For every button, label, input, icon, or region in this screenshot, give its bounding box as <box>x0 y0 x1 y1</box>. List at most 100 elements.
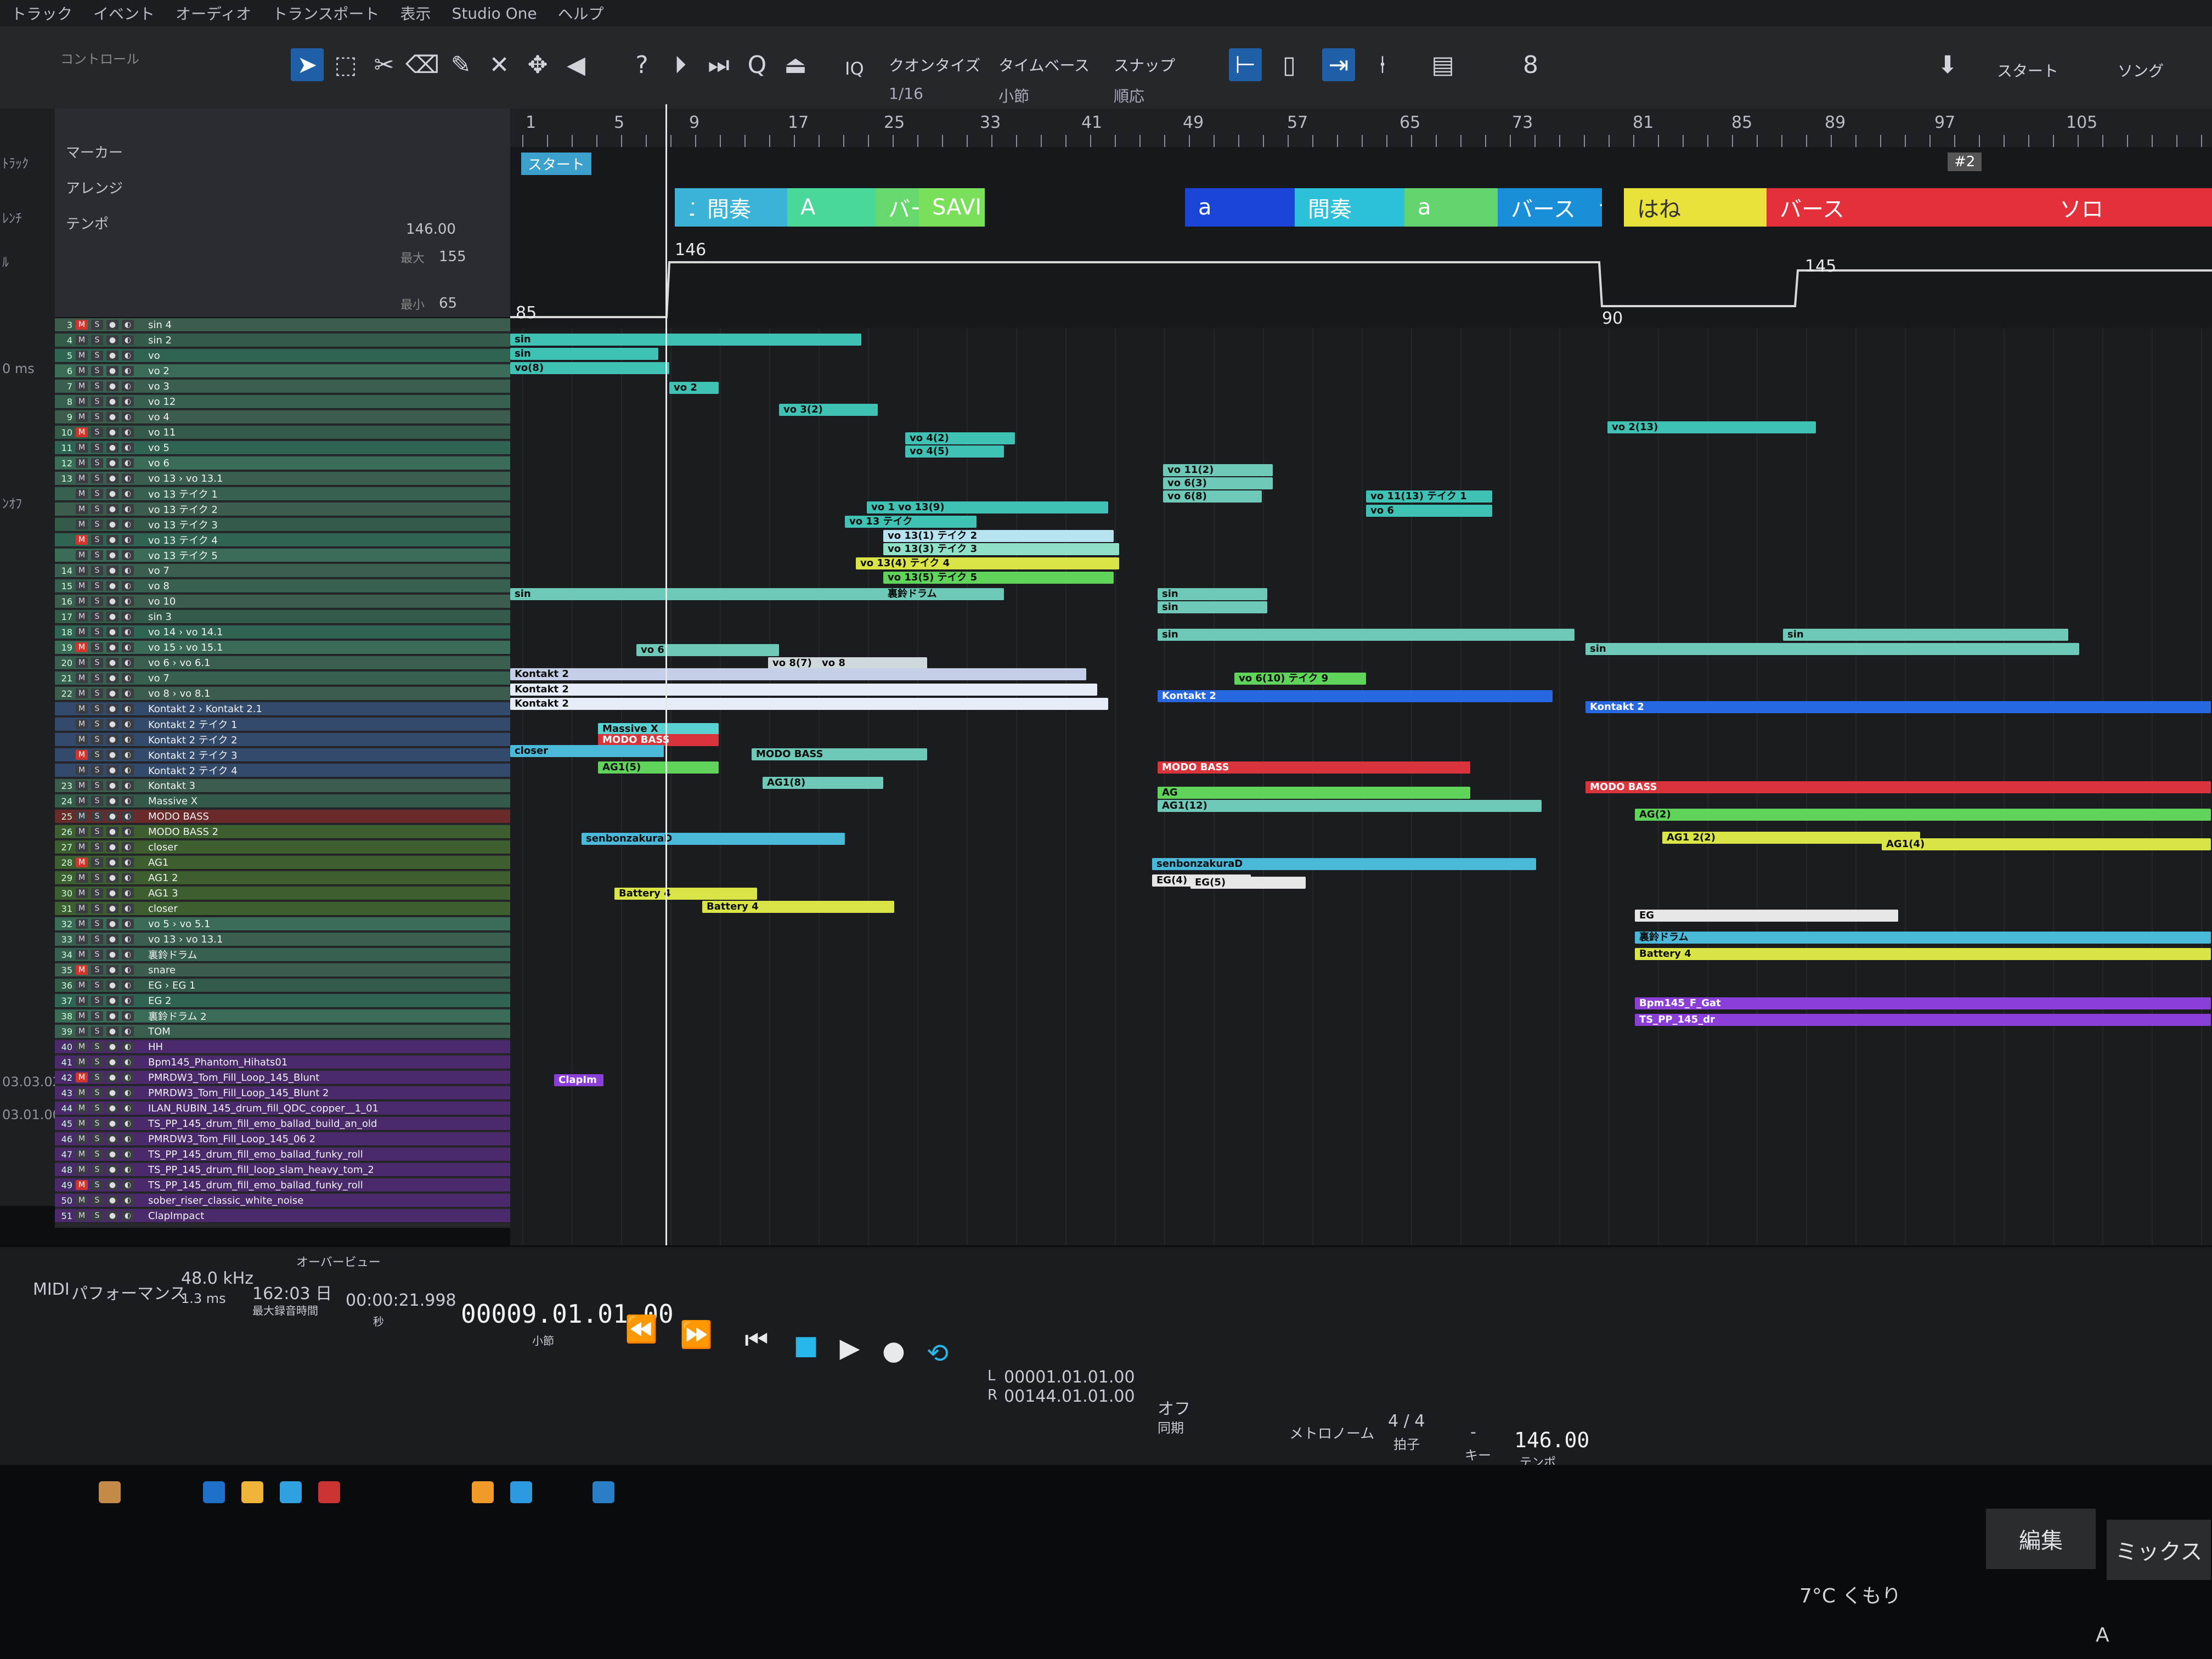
track-header[interactable]: 43 M S ● ◐ PMRDW3_Tom_Fill_Loop_145_Blunt 2 <box>55 1086 510 1100</box>
track-name[interactable]: AG1 <box>148 857 168 868</box>
mute-button[interactable]: M <box>76 596 88 606</box>
monitor-icon[interactable]: ◐ <box>122 842 134 852</box>
record-arm-icon[interactable]: ● <box>106 1042 119 1052</box>
solo-button[interactable]: S <box>91 566 103 575</box>
solo-button[interactable]: S <box>91 689 103 698</box>
solo-button[interactable]: S <box>91 1057 103 1067</box>
track-name[interactable]: Massive X <box>148 795 198 807</box>
mute-button[interactable]: M <box>76 1026 88 1036</box>
timestretch-icon[interactable]: ⍿ <box>1366 48 1399 81</box>
arranger-section[interactable]: A <box>787 188 875 227</box>
monitor-icon[interactable]: ◐ <box>122 704 134 714</box>
track-header[interactable]: 51 M S ● ◐ ClapImpact <box>55 1209 510 1223</box>
mute-button[interactable]: M <box>76 351 88 360</box>
mute-button[interactable]: M <box>76 458 88 468</box>
mute-button[interactable]: M <box>76 1073 88 1082</box>
arranger-section[interactable]: 間奏 <box>694 188 787 227</box>
solo-button[interactable]: S <box>91 1073 103 1082</box>
track-name[interactable]: vo <box>148 350 160 362</box>
track-header[interactable]: M S ● ◐ Kontakt 2 テイク 2 <box>55 733 510 747</box>
mute-button[interactable]: M <box>76 320 88 330</box>
track-header[interactable]: 46 M S ● ◐ PMRDW3_Tom_Fill_Loop_145_06 2 <box>55 1132 510 1146</box>
media-icon[interactable] <box>318 1481 340 1503</box>
track-header[interactable]: M S ● ◐ vo 13 テイク 4 <box>55 533 510 547</box>
marker-2[interactable]: #2 <box>1948 153 1982 171</box>
monitor-icon[interactable]: ◐ <box>122 1073 134 1082</box>
event-clip[interactable]: EG(5) <box>1190 877 1306 889</box>
record-arm-icon[interactable]: ● <box>106 443 119 453</box>
cursor-follow-icon[interactable]: ⇥ <box>1322 48 1355 81</box>
mute-button[interactable]: M <box>76 934 88 944</box>
timesig-value[interactable]: 4 / 4 <box>1388 1412 1425 1431</box>
stop-button[interactable]: ■ <box>790 1329 822 1361</box>
tempo-max-value[interactable]: 155 <box>439 249 466 265</box>
monitor-icon[interactable]: ◐ <box>122 550 134 560</box>
record-arm-icon[interactable]: ● <box>106 381 119 391</box>
record-arm-icon[interactable]: ● <box>106 735 119 744</box>
track-header[interactable]: 31 M S ● ◐ closer <box>55 902 510 916</box>
mute-button[interactable]: M <box>76 719 88 729</box>
range-tool-icon[interactable]: ⬚ <box>329 48 362 81</box>
track-name[interactable]: closer <box>148 842 178 853</box>
mute-button[interactable]: M <box>76 965 88 975</box>
tempo-display[interactable]: 146.00 <box>1514 1428 1589 1452</box>
track-name[interactable]: TS_PP_145_drum_fill_emo_ballad_funky_rol… <box>148 1180 363 1191</box>
track-header[interactable]: M S ● ◐ Kontakt 2 テイク 1 <box>55 718 510 731</box>
help-icon[interactable]: ? <box>625 48 658 81</box>
event-clip[interactable]: senbonzakuraD <box>582 833 845 845</box>
monitor-icon[interactable]: ◐ <box>122 980 134 990</box>
monitor-icon[interactable]: ◐ <box>122 888 134 898</box>
mute-button[interactable]: M <box>76 1119 88 1128</box>
track-name[interactable]: TS_PP_145_drum_fill_loop_slam_heavy_tom_… <box>148 1164 374 1176</box>
solo-button[interactable]: S <box>91 1088 103 1098</box>
event-clip[interactable]: closer <box>510 745 664 757</box>
inspector-item[interactable]: 03.01.00 <box>2 1107 61 1122</box>
monitor-icon[interactable]: ◐ <box>122 1088 134 1098</box>
mute-button[interactable]: M <box>76 489 88 499</box>
monitor-icon[interactable]: ◐ <box>122 873 134 883</box>
record-arm-icon[interactable]: ● <box>106 689 119 698</box>
track-name[interactable]: Kontakt 2 › Kontakt 2.1 <box>148 703 262 715</box>
record-arm-icon[interactable]: ● <box>106 627 119 637</box>
tempo-point[interactable]: 145 <box>1805 257 1836 276</box>
solo-button[interactable]: S <box>91 811 103 821</box>
track-header[interactable]: 49 M S ● ◐ TS_PP_145_drum_fill_emo_ballad_fun… <box>55 1178 510 1192</box>
mute-button[interactable]: M <box>76 796 88 806</box>
solo-button[interactable]: S <box>91 1119 103 1128</box>
track-header[interactable]: 6 M S ● ◐ vo 2 <box>55 364 510 378</box>
track-header[interactable]: 26 M S ● ◐ MODO BASS 2 <box>55 825 510 839</box>
app-icon[interactable] <box>99 1481 121 1503</box>
monitor-icon[interactable]: ◐ <box>122 458 134 468</box>
track-header[interactable]: 50 M S ● ◐ sober_riser_classic_white_noise <box>55 1194 510 1207</box>
playhead-cursor[interactable] <box>665 104 667 1278</box>
record-arm-icon[interactable]: ● <box>106 427 119 437</box>
mute-button[interactable]: M <box>76 1103 88 1113</box>
app-icon[interactable] <box>472 1481 494 1503</box>
monitor-icon[interactable]: ◐ <box>122 934 134 944</box>
mute-button[interactable]: M <box>76 335 88 345</box>
pencil-tool-icon[interactable]: ✎ <box>444 48 477 81</box>
track-header[interactable]: 39 M S ● ◐ TOM <box>55 1025 510 1039</box>
solo-button[interactable]: S <box>91 719 103 729</box>
monitor-icon[interactable]: ◐ <box>122 904 134 913</box>
snap-to-cursor-icon[interactable]: ⏭ <box>702 48 735 81</box>
sync-value[interactable]: オフ <box>1158 1395 1190 1419</box>
track-name[interactable]: vo 8 <box>148 580 170 592</box>
track-header[interactable]: 20 M S ● ◐ vo 6 › vo 6.1 <box>55 656 510 670</box>
monitor-icon[interactable]: ◐ <box>122 1149 134 1159</box>
track-header[interactable]: 45 M S ● ◐ TS_PP_145_drum_fill_emo_ballad_bui… <box>55 1117 510 1131</box>
track-header[interactable]: 24 M S ● ◐ Massive X <box>55 794 510 808</box>
monitor-icon[interactable]: ◐ <box>122 1026 134 1036</box>
monitor-icon[interactable]: ◐ <box>122 335 134 345</box>
track-name[interactable]: Kontakt 2 テイク 3 <box>148 748 238 762</box>
solo-button[interactable]: S <box>91 351 103 360</box>
mute-button[interactable]: M <box>76 535 88 545</box>
mute-button[interactable]: M <box>76 673 88 683</box>
event-clip[interactable]: vo 6(10) テイク 9 <box>1234 673 1366 685</box>
track-header[interactable]: 13 M S ● ◐ vo 13 › vo 13.1 <box>55 472 510 486</box>
tempo-point[interactable]: 146 <box>675 240 706 259</box>
track-name[interactable]: vo 6 <box>148 458 170 469</box>
forward-button[interactable]: ⏩ <box>680 1318 713 1350</box>
track-name[interactable]: vo 13 › vo 13.1 <box>148 934 223 945</box>
start-button[interactable]: スタート <box>1997 59 2058 81</box>
